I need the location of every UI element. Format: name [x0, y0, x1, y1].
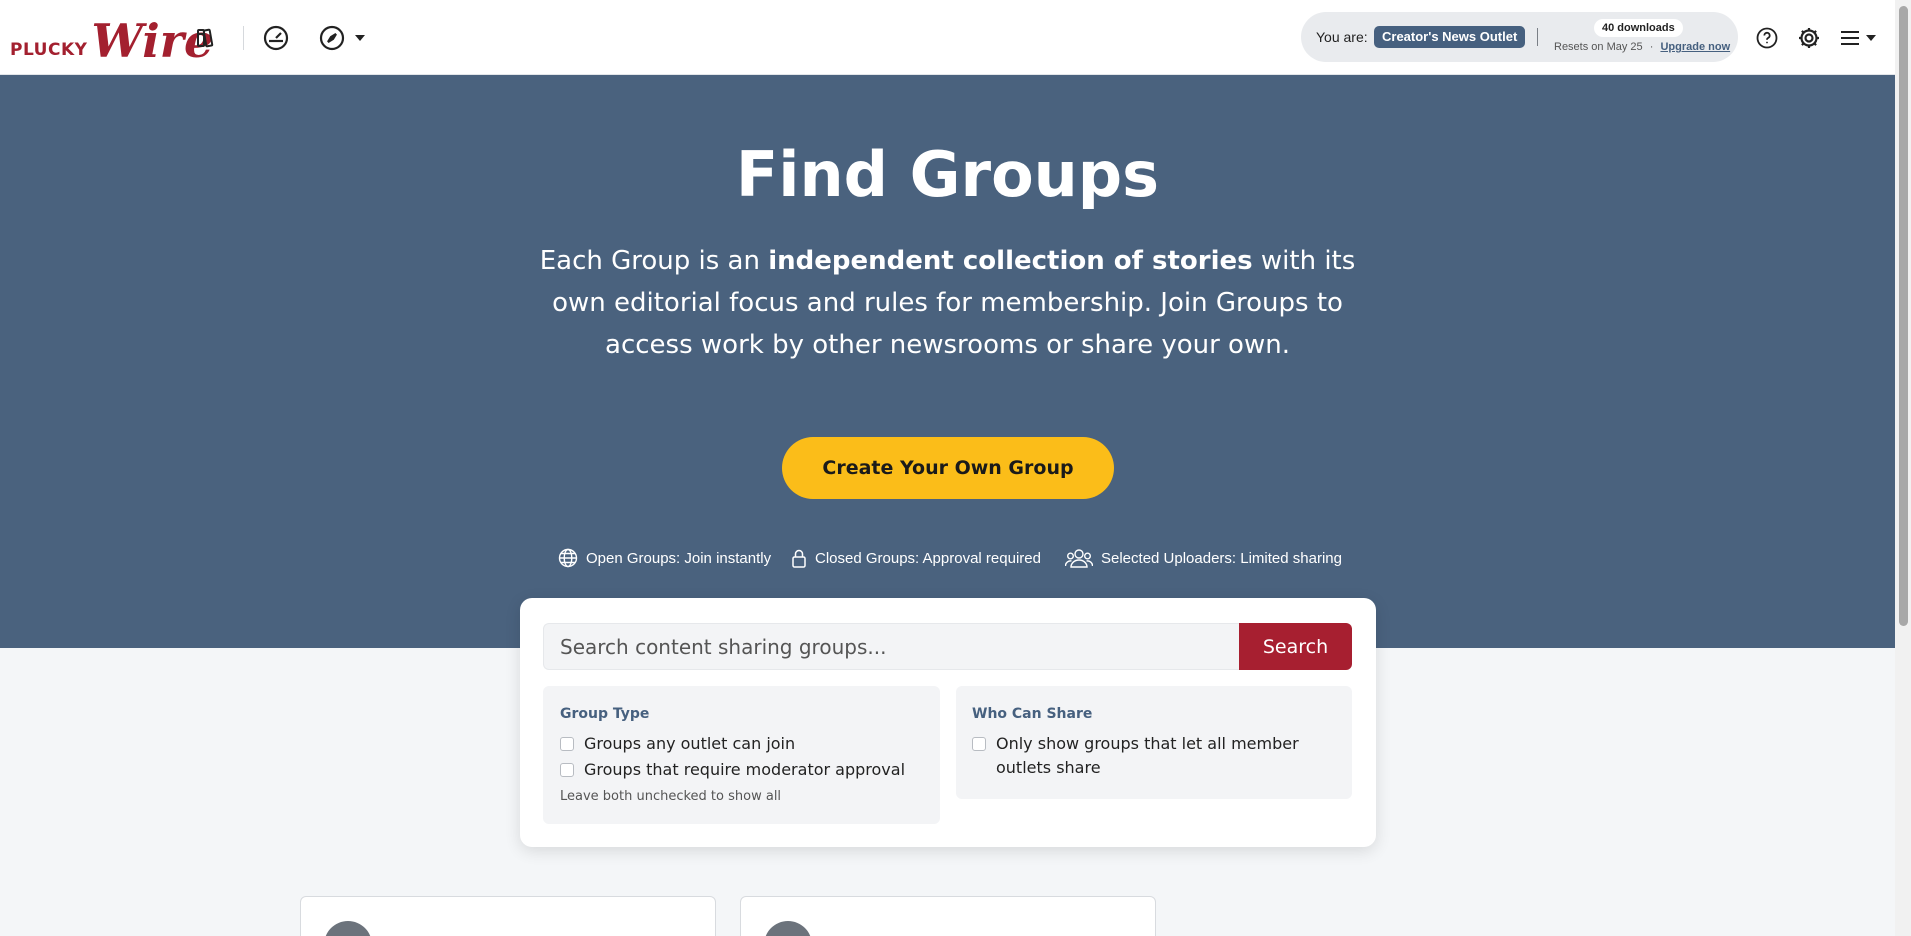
- explore-icon[interactable]: [318, 24, 346, 52]
- help-icon[interactable]: [1753, 24, 1781, 52]
- upgrade-link[interactable]: Upgrade now: [1660, 41, 1730, 53]
- filter-closed-groups[interactable]: Groups that require moderator approval: [560, 758, 905, 782]
- legend-closed-text: Closed Groups: Approval required: [815, 549, 1041, 567]
- group-type-title: Group Type: [560, 706, 650, 722]
- open-groups-checkbox[interactable]: [560, 737, 574, 751]
- page-title: Find Groups: [735, 138, 1160, 211]
- filter-all-members-share[interactable]: Only show groups that let all member out…: [972, 732, 1342, 780]
- downloads-badge: 40 downloads: [1594, 19, 1683, 37]
- who-can-share-title: Who Can Share: [972, 706, 1093, 722]
- lock-icon: [792, 549, 806, 568]
- outlet-badge[interactable]: Creator's News Outlet: [1374, 26, 1526, 48]
- hero-description: Each Group is an independent collection …: [510, 240, 1385, 366]
- settings-icon[interactable]: [1795, 24, 1823, 52]
- scrollbar-thumb[interactable]: [1899, 6, 1908, 626]
- plucky-wire-logo[interactable]: PLUCKY Wire: [10, 12, 213, 64]
- you-are-label: You are:: [1316, 29, 1368, 45]
- closed-groups-label: Groups that require moderator approval: [584, 760, 906, 779]
- hero-desc-before: Each Group is an: [539, 246, 769, 276]
- create-group-button[interactable]: Create Your Own Group: [782, 437, 1114, 499]
- resets-info: Resets on May 25 · Upgrade now: [1554, 41, 1730, 53]
- closed-groups-checkbox[interactable]: [560, 763, 574, 777]
- chevron-down-icon[interactable]: [355, 35, 365, 41]
- all-members-share-checkbox[interactable]: [972, 737, 986, 751]
- legend-closed-groups: Closed Groups: Approval required: [791, 547, 1041, 569]
- menu-icon[interactable]: [1836, 24, 1864, 52]
- search-button[interactable]: Search: [1239, 623, 1352, 670]
- legend-selected-uploaders: Selected Uploaders: Limited sharing: [1065, 547, 1342, 569]
- top-nav-bar: PLUCKY Wire You are: Creator's News Outl…: [0, 0, 1895, 75]
- separator-dot: ·: [1649, 41, 1654, 53]
- menu-chevron-down-icon[interactable]: [1866, 35, 1876, 41]
- dashboard-icon[interactable]: [262, 24, 290, 52]
- library-icon[interactable]: [192, 24, 220, 52]
- legend-open-text: Open Groups: Join instantly: [586, 549, 772, 567]
- logo-small-text: PLUCKY: [10, 40, 88, 60]
- group-type-hint: Leave both unchecked to show all: [560, 789, 782, 804]
- search-input[interactable]: [543, 623, 1239, 670]
- open-groups-label: Groups any outlet can join: [584, 734, 796, 753]
- all-members-share-label: Only show groups that let all member out…: [996, 734, 1299, 777]
- legend-uploaders-text: Selected Uploaders: Limited sharing: [1101, 549, 1342, 567]
- hero-desc-bold: independent collection of stories: [768, 246, 1253, 276]
- filter-open-groups[interactable]: Groups any outlet can join: [560, 732, 795, 756]
- users-icon: [1065, 549, 1093, 568]
- pill-divider: [1537, 28, 1538, 46]
- legend-open-groups: Open Groups: Join instantly: [558, 547, 771, 569]
- globe-icon: [558, 548, 578, 568]
- nav-divider: [243, 26, 244, 50]
- resets-text: Resets on May 25: [1554, 41, 1643, 53]
